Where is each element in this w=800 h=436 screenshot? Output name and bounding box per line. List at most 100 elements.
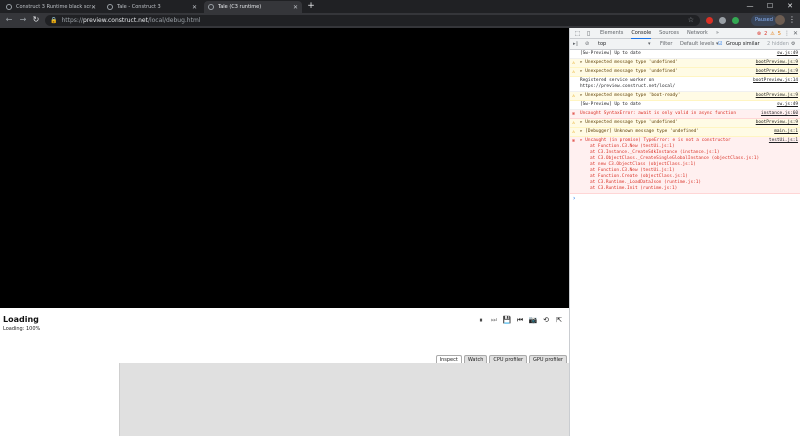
source-link[interactable]: instance.js:60 [761, 111, 798, 117]
console-messages[interactable]: sw.js:49 [Sw-Preview] Up to date ⚠ bootPrev… [570, 50, 800, 203]
debugger-panel: Loading Loading: 100% ⏸ ⏭ 💾 ⏮ 📷 ⟲ ⇱ Insp… [0, 310, 569, 436]
inspect-panel [119, 363, 569, 436]
console-message[interactable]: ⚠ bootPreview.js:9 ▸ Unexpected message ty… [570, 59, 800, 68]
source-link[interactable]: bootPreview.js:9 [756, 69, 798, 75]
source-link[interactable]: bootPreview.js:9 [756, 93, 798, 99]
tab-elements[interactable]: Elements [600, 28, 623, 39]
filter-input[interactable]: Filter [660, 39, 672, 50]
step-icon[interactable]: ⏭ [489, 315, 499, 325]
warning-icon: ⚠ [572, 69, 576, 75]
message-text: ▸ Unexpected message type 'undefined' [580, 60, 678, 65]
extension-icon[interactable] [719, 17, 726, 24]
avatar[interactable] [775, 15, 785, 25]
console-message[interactable]: ⊗ testUi.js:1 ▸ Uncaught (in promise) Type… [570, 137, 800, 194]
issue-counts[interactable]: ⊗ 2 ⚠ 5 ⋮ ✕ [757, 30, 798, 37]
console-message[interactable]: sw.js:49 [Sw-Preview] Up to date [570, 101, 800, 110]
browser-menu-icon[interactable]: ⋮ [788, 15, 796, 25]
warning-icon: ⚠ [572, 93, 576, 99]
tab-console[interactable]: Console [631, 28, 652, 39]
extension-icon[interactable] [732, 17, 739, 24]
source-link[interactable]: testUi.js:1 [769, 138, 798, 144]
browser-tabstrip: Construct 3 Runtime black scre... ✕ Tale… [0, 0, 800, 13]
reload-button[interactable]: ↻ [31, 15, 41, 25]
paused-sync-badge[interactable]: Paused [751, 15, 777, 26]
minimize-button[interactable]: — [740, 0, 760, 13]
close-icon[interactable]: ✕ [293, 4, 298, 11]
sidebar-toggle-icon[interactable]: ▸▯ [573, 39, 578, 50]
tab-inspect[interactable]: Inspect [435, 355, 462, 363]
new-tab-button[interactable]: + [306, 2, 316, 12]
reload-icon[interactable]: ⟲ [541, 315, 551, 325]
stack-frame[interactable]: at C3.Runtime.Init (runtime.js:1) [580, 186, 798, 192]
restart-icon[interactable]: ⏮ [515, 315, 525, 325]
extension-icon[interactable] [706, 17, 713, 24]
back-button[interactable]: ← [4, 15, 14, 25]
save-icon[interactable]: 💾 [502, 315, 512, 325]
error-icon: ⊗ [756, 30, 762, 37]
device-toolbar-icon[interactable]: ▯ [585, 30, 592, 37]
devtools-panel: ⬚ ▯ Elements Console Sources Network » ⊗… [569, 28, 800, 436]
tab-cpu-profiler[interactable]: CPU profiler [489, 355, 527, 363]
devtools-tabbar: ⬚ ▯ Elements Console Sources Network » ⊗… [570, 28, 800, 39]
address-bar[interactable]: 🔒 https://preview.construct.net/local/de… [45, 15, 700, 26]
message-text: ▸ [Debugger] Unknown message type 'undef… [580, 129, 699, 134]
window-controls: — ☐ ✕ [740, 0, 800, 13]
console-message[interactable]: bootPreview.js:14 Registered service work… [570, 77, 800, 92]
tab-title: Construct 3 Runtime black scre... [16, 4, 91, 10]
camera-icon[interactable]: 📷 [528, 315, 538, 325]
message-text: ▸ Unexpected message type 'undefined' [580, 120, 678, 125]
close-window-button[interactable]: ✕ [780, 0, 800, 13]
inspect-element-icon[interactable]: ⬚ [574, 30, 581, 37]
console-prompt[interactable]: › [570, 194, 800, 203]
more-tabs-button[interactable]: » [716, 28, 719, 39]
pause-icon[interactable]: ⏸ [476, 315, 486, 325]
warning-icon: ⚠ [572, 60, 576, 66]
close-icon[interactable]: ✕ [192, 4, 197, 11]
tab-gpu-profiler[interactable]: GPU profiler [529, 355, 567, 363]
console-message[interactable]: ⚠ bootPreview.js:9 ▸ Unexpected message ty… [570, 92, 800, 101]
source-link[interactable]: sw.js:49 [777, 102, 798, 108]
hidden-count: 2 hidden [767, 41, 789, 47]
maximize-button[interactable]: ☐ [760, 0, 780, 13]
url-text: https://preview.construct.net/local/debu… [61, 17, 201, 24]
devtools-menu-icon[interactable]: ⋮ [784, 30, 790, 37]
tab-construct-runtime[interactable]: Construct 3 Runtime black scre... ✕ [2, 1, 100, 13]
tab-construct-editor[interactable]: Tale - Construct 3 ✕ [103, 1, 201, 13]
warning-icon: ⚠ [572, 120, 576, 126]
console-message[interactable]: ⊗ instance.js:60 Uncaught SyntaxError: awa… [570, 110, 800, 119]
log-levels-select[interactable]: Default levels ▾ [680, 39, 718, 50]
source-link[interactable]: bootPreview.js:14 [753, 78, 798, 84]
tab-watch[interactable]: Watch [463, 355, 488, 363]
tab-c3-runtime[interactable]: Tale (C3 runtime) ✕ [204, 1, 302, 13]
bookmark-star-icon[interactable]: ☆ [688, 16, 694, 24]
game-canvas[interactable] [0, 28, 569, 308]
source-link[interactable]: sw.js:49 [777, 51, 798, 57]
popout-icon[interactable]: ⇱ [554, 315, 564, 325]
context-select[interactable]: top [598, 39, 606, 50]
checkbox-icon[interactable]: ☑ [718, 39, 722, 50]
warning-icon: ⚠ [770, 30, 775, 37]
construct-icon [208, 4, 214, 10]
source-link[interactable]: main.js:1 [774, 129, 798, 135]
browser-toolbar: ← → ↻ 🔒 https://preview.construct.net/lo… [0, 13, 800, 28]
page-viewport: Loading Loading: 100% ⏸ ⏭ 💾 ⏮ 📷 ⟲ ⇱ Insp… [0, 28, 569, 436]
tab-sources[interactable]: Sources [659, 28, 679, 39]
construct-icon [107, 4, 113, 10]
console-message[interactable]: ⚠ bootPreview.js:9 ▸ Unexpected message ty… [570, 119, 800, 128]
globe-icon [6, 4, 12, 10]
forward-button[interactable]: → [18, 15, 28, 25]
source-link[interactable]: bootPreview.js:9 [756, 120, 798, 126]
chevron-down-icon: ▾ [648, 41, 651, 47]
console-message[interactable]: ⚠ main.js:1 ▸ [Debugger] Unknown message t… [570, 128, 800, 137]
close-icon[interactable]: ✕ [91, 4, 96, 11]
message-text: [Sw-Preview] Up to date [580, 102, 641, 107]
clear-console-icon[interactable]: ⊘ [585, 39, 589, 50]
tab-network[interactable]: Network [687, 28, 708, 39]
tab-title: Tale - Construct 3 [117, 4, 161, 10]
console-message[interactable]: ⚠ bootPreview.js:9 ▸ Unexpected message ty… [570, 68, 800, 77]
close-icon[interactable]: ✕ [793, 30, 798, 37]
source-link[interactable]: bootPreview.js:9 [756, 60, 798, 66]
console-message[interactable]: sw.js:49 [Sw-Preview] Up to date [570, 50, 800, 59]
warning-count: 5 [777, 30, 781, 37]
console-settings-icon[interactable]: ⚙ [791, 39, 795, 50]
